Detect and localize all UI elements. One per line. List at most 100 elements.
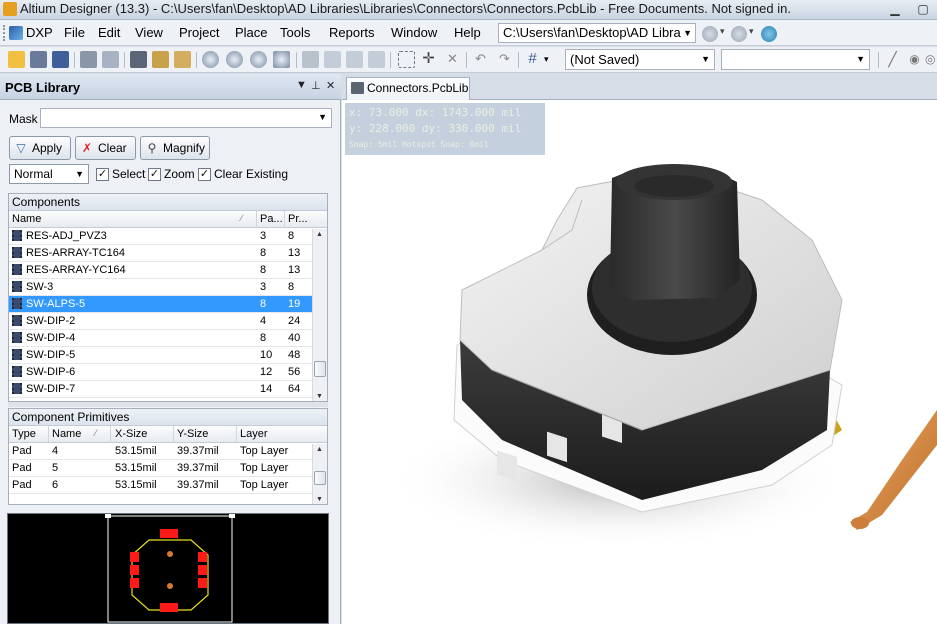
toolbar-grip[interactable] bbox=[3, 25, 6, 41]
home-icon[interactable] bbox=[761, 26, 777, 42]
via-icon[interactable]: ◎ bbox=[925, 51, 935, 68]
close-icon[interactable]: ✕ bbox=[326, 79, 335, 92]
column-header-type[interactable]: Type bbox=[12, 428, 36, 440]
menu-help[interactable]: Help bbox=[454, 25, 481, 40]
menu-tools[interactable]: Tools bbox=[280, 25, 310, 40]
print-icon[interactable] bbox=[80, 51, 97, 68]
column-header-name[interactable]: Name bbox=[12, 213, 41, 225]
table-row[interactable]: SW-ALPS-5 8 19 bbox=[9, 296, 327, 313]
scroll-down-icon[interactable]: ▼ bbox=[316, 496, 323, 503]
table-row[interactable]: SW-DIP-2 4 24 bbox=[9, 313, 327, 330]
panel-splitter[interactable] bbox=[8, 402, 328, 407]
open-folder-icon[interactable] bbox=[8, 51, 25, 68]
pin-icon[interactable]: ⊥ bbox=[311, 79, 321, 92]
forward-icon[interactable] bbox=[731, 26, 747, 42]
tab-connectors-pcblib[interactable]: Connectors.PcbLib bbox=[346, 77, 470, 100]
table-row[interactable]: SW-DIP-4 8 40 bbox=[9, 330, 327, 347]
select-checkbox[interactable]: ✓ Select bbox=[96, 167, 145, 181]
menu-file[interactable]: File bbox=[64, 25, 85, 40]
move-icon[interactable]: ✛ bbox=[420, 51, 437, 68]
menu-edit[interactable]: Edit bbox=[98, 25, 120, 40]
component-icon[interactable] bbox=[152, 51, 169, 68]
scrollbar-thumb[interactable] bbox=[314, 471, 326, 485]
maximize-icon[interactable]: ▢ bbox=[909, 0, 937, 18]
column-divider[interactable] bbox=[236, 426, 237, 443]
grid-dropdown-icon[interactable]: ▾ bbox=[544, 54, 549, 65]
forward-dropdown-icon[interactable]: ▾ bbox=[749, 26, 754, 37]
scroll-up-icon[interactable]: ▲ bbox=[316, 231, 323, 238]
zoom-checkbox[interactable]: ✓ Zoom bbox=[148, 167, 195, 181]
back-dropdown-icon[interactable]: ▾ bbox=[720, 26, 725, 37]
menu-place[interactable]: Place bbox=[235, 25, 268, 40]
table-row[interactable]: SW-DIP-7 14 64 bbox=[9, 381, 327, 398]
copy-icon[interactable] bbox=[324, 51, 341, 68]
table-row[interactable]: Pad 6 53.15mil 39.37mil Top Layer bbox=[9, 477, 327, 494]
components-scrollbar[interactable]: ▲ ▼ bbox=[312, 229, 327, 401]
clear-existing-checkbox[interactable]: ✓ Clear Existing bbox=[198, 167, 288, 181]
column-header-primitives[interactable]: Pr... bbox=[288, 213, 308, 225]
document-path-combo[interactable]: C:\Users\fan\Desktop\AD Libra ▼ bbox=[498, 23, 696, 43]
redo-icon[interactable]: ↷ bbox=[496, 51, 513, 68]
chevron-down-icon[interactable]: ▼ bbox=[318, 112, 327, 122]
scroll-down-icon[interactable]: ▼ bbox=[316, 393, 323, 400]
column-header-pads[interactable]: Pa... bbox=[260, 213, 283, 225]
checkmark-icon[interactable]: ✓ bbox=[96, 167, 109, 181]
board-icon[interactable] bbox=[174, 51, 191, 68]
save-icon[interactable] bbox=[52, 51, 69, 68]
clear-button[interactable]: ✗ Clear bbox=[75, 136, 136, 160]
back-icon[interactable] bbox=[702, 26, 718, 42]
table-row[interactable]: RES-ADJ_PVZ3 3 8 bbox=[9, 228, 327, 245]
column-header-xsize[interactable]: X-Size bbox=[115, 428, 147, 440]
table-row[interactable]: Pad 4 53.15mil 39.37mil Top Layer bbox=[9, 443, 327, 460]
column-header-layer[interactable]: Layer bbox=[240, 428, 268, 440]
undo-icon[interactable]: ↶ bbox=[472, 51, 489, 68]
select-area-icon[interactable] bbox=[398, 51, 415, 68]
pcb-3d-canvas[interactable]: x: 73.000 dx: 1743.000 mil y: 228.000 dy… bbox=[342, 100, 937, 624]
checkmark-icon[interactable]: ✓ bbox=[148, 167, 161, 181]
line-icon[interactable]: ╱ bbox=[884, 51, 901, 68]
table-row[interactable]: RES-ARRAY-YC164 8 13 bbox=[9, 262, 327, 279]
rubber-stamp-icon[interactable] bbox=[368, 51, 385, 68]
column-divider[interactable] bbox=[173, 426, 174, 443]
zoom-area-icon[interactable] bbox=[273, 51, 290, 68]
open-file-icon[interactable] bbox=[30, 51, 47, 68]
table-row[interactable]: SW-3 3 8 bbox=[9, 279, 327, 296]
scrollbar-thumb[interactable] bbox=[314, 361, 326, 377]
paste-icon[interactable] bbox=[346, 51, 363, 68]
scroll-up-icon[interactable]: ▲ bbox=[316, 446, 323, 453]
column-divider[interactable] bbox=[284, 211, 285, 228]
pad-icon[interactable]: ◉ bbox=[906, 51, 923, 68]
column-divider[interactable] bbox=[256, 211, 257, 228]
table-row[interactable]: RES-ARRAY-TC164 8 13 bbox=[9, 245, 327, 262]
menu-window[interactable]: Window bbox=[391, 25, 437, 40]
print-preview-icon[interactable] bbox=[102, 51, 119, 68]
mask-input[interactable]: ▼ bbox=[40, 108, 332, 128]
table-row[interactable]: SW-DIP-6 12 56 bbox=[9, 364, 327, 381]
deselect-icon[interactable]: ✕ bbox=[444, 51, 461, 68]
apply-button[interactable]: ▽ Apply bbox=[9, 136, 71, 160]
panel-menu-icon[interactable]: ▼ bbox=[296, 79, 307, 91]
magnify-button[interactable]: ⚲ Magnify bbox=[140, 136, 210, 160]
footprint-preview[interactable] bbox=[7, 513, 329, 624]
table-row[interactable]: Pad 5 53.15mil 39.37mil Top Layer bbox=[9, 460, 327, 477]
grid-icon[interactable]: # bbox=[524, 51, 541, 68]
column-header-ysize[interactable]: Y-Size bbox=[177, 428, 208, 440]
mask-mode-select[interactable]: Normal ▼ bbox=[9, 164, 89, 184]
menu-dxp[interactable]: DXP bbox=[9, 25, 53, 40]
minimize-icon[interactable]: ▁ bbox=[881, 0, 909, 18]
primitives-scrollbar[interactable]: ▲ ▼ bbox=[312, 444, 327, 504]
variant-combo[interactable]: (Not Saved) ▼ bbox=[565, 49, 715, 70]
menu-reports[interactable]: Reports bbox=[329, 25, 375, 40]
menu-view[interactable]: View bbox=[135, 25, 163, 40]
column-divider[interactable] bbox=[110, 426, 111, 443]
zoom-out-icon[interactable] bbox=[226, 51, 243, 68]
cut-icon[interactable] bbox=[302, 51, 319, 68]
checkmark-icon[interactable]: ✓ bbox=[198, 167, 211, 181]
zoom-in-icon[interactable] bbox=[202, 51, 219, 68]
menu-project[interactable]: Project bbox=[179, 25, 219, 40]
layer-set-combo[interactable]: ▼ bbox=[721, 49, 870, 70]
column-header-name[interactable]: Name bbox=[52, 428, 81, 440]
column-divider[interactable] bbox=[48, 426, 49, 443]
layers-icon[interactable] bbox=[130, 51, 147, 68]
table-row[interactable]: SW-DIP-5 10 48 bbox=[9, 347, 327, 364]
